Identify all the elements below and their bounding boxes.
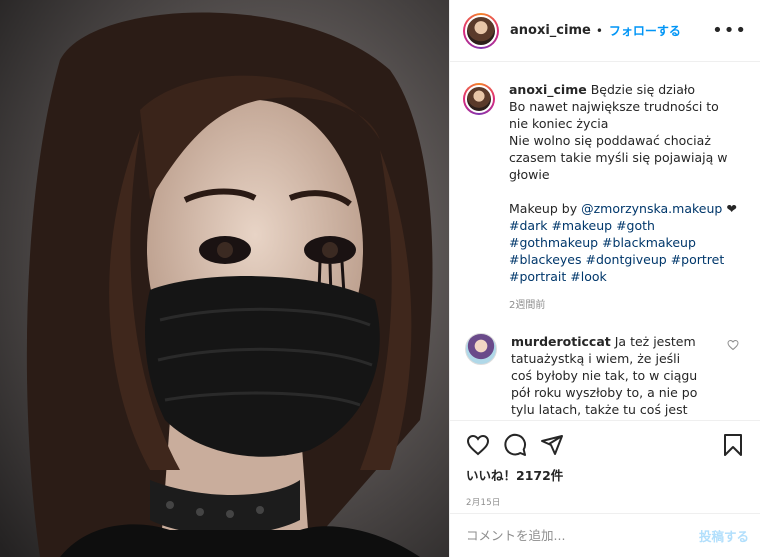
likes-count[interactable]: いいね！2172件 bbox=[466, 465, 745, 484]
action-bar: いいね！2172件 2月15日 bbox=[450, 420, 760, 513]
hashtag-link[interactable]: #dontgiveup bbox=[585, 252, 666, 267]
add-comment-bar: 投稿する bbox=[450, 513, 760, 557]
comments-section[interactable]: anoxi_cime Będzie się działo Bo nawet na… bbox=[450, 63, 760, 419]
more-options-icon[interactable]: ••• bbox=[712, 21, 747, 40]
post-photo[interactable] bbox=[0, 0, 449, 557]
author-avatar[interactable] bbox=[463, 12, 499, 49]
hashtag-link[interactable]: #makeup bbox=[551, 218, 612, 233]
caption-username[interactable]: anoxi_cime bbox=[509, 82, 587, 97]
hashtag-link[interactable]: #blackeyes bbox=[509, 252, 582, 267]
action-icons bbox=[466, 421, 745, 465]
commenter-avatar[interactable] bbox=[465, 333, 497, 365]
hashtag-link[interactable]: #portrait bbox=[509, 269, 566, 284]
comment-body: murderoticcat Ja też jestem tatuażystką … bbox=[511, 333, 701, 419]
instagram-post: anoxi_cime • フォローする ••• anoxi_cime Będzi… bbox=[0, 0, 760, 557]
comment-icon[interactable] bbox=[503, 433, 527, 457]
caption-line: Będzie się działo bbox=[590, 82, 696, 97]
header-separator: • bbox=[595, 23, 603, 38]
commenter-username[interactable]: murderoticcat bbox=[511, 334, 611, 349]
hashtag-link[interactable]: #blackmakeup bbox=[602, 235, 696, 250]
caption-body: anoxi_cime Będzie się działo Bo nawet na… bbox=[509, 81, 739, 314]
caption-line: Nie wolno się poddawać chociaż czasem ta… bbox=[509, 133, 728, 182]
portrait-image bbox=[0, 0, 449, 557]
share-icon[interactable] bbox=[540, 433, 564, 457]
heart-emoji: ❤ bbox=[726, 201, 737, 216]
makeup-mention-link[interactable]: @zmorzynska.makeup bbox=[581, 201, 722, 216]
comment-like-heart-icon[interactable] bbox=[727, 339, 739, 351]
comment-input[interactable] bbox=[466, 528, 699, 543]
hashtag-link[interactable]: #dark bbox=[509, 218, 547, 233]
post-side-panel: anoxi_cime • フォローする ••• anoxi_cime Będzi… bbox=[449, 0, 760, 557]
hashtag-link[interactable]: #look bbox=[570, 269, 606, 284]
author-username[interactable]: anoxi_cime bbox=[510, 23, 591, 38]
caption-avatar[interactable] bbox=[463, 83, 495, 115]
caption-line: Bo nawet największe trudności to nie kon… bbox=[509, 99, 719, 131]
follow-button[interactable]: フォローする bbox=[609, 22, 681, 39]
hashtag-list: #dark #makeup #goth #gothmakeup #blackma… bbox=[509, 217, 739, 285]
post-comment-button[interactable]: 投稿する bbox=[699, 526, 749, 545]
post-date[interactable]: 2月15日 bbox=[466, 496, 745, 508]
post-header: anoxi_cime • フォローする ••• bbox=[450, 0, 760, 62]
hashtag-link[interactable]: #goth bbox=[616, 218, 655, 233]
hashtag-link[interactable]: #gothmakeup bbox=[509, 235, 598, 250]
caption: anoxi_cime Będzie się działo Bo nawet na… bbox=[463, 81, 745, 314]
comment-item: murderoticcat Ja też jestem tatuażystką … bbox=[463, 333, 745, 419]
caption-timestamp[interactable]: 2週間前 bbox=[509, 297, 739, 314]
hashtag-link[interactable]: #portret bbox=[671, 252, 725, 267]
makeup-prefix: Makeup by bbox=[509, 201, 582, 216]
bookmark-icon[interactable] bbox=[721, 433, 745, 457]
heart-icon[interactable] bbox=[466, 433, 490, 457]
